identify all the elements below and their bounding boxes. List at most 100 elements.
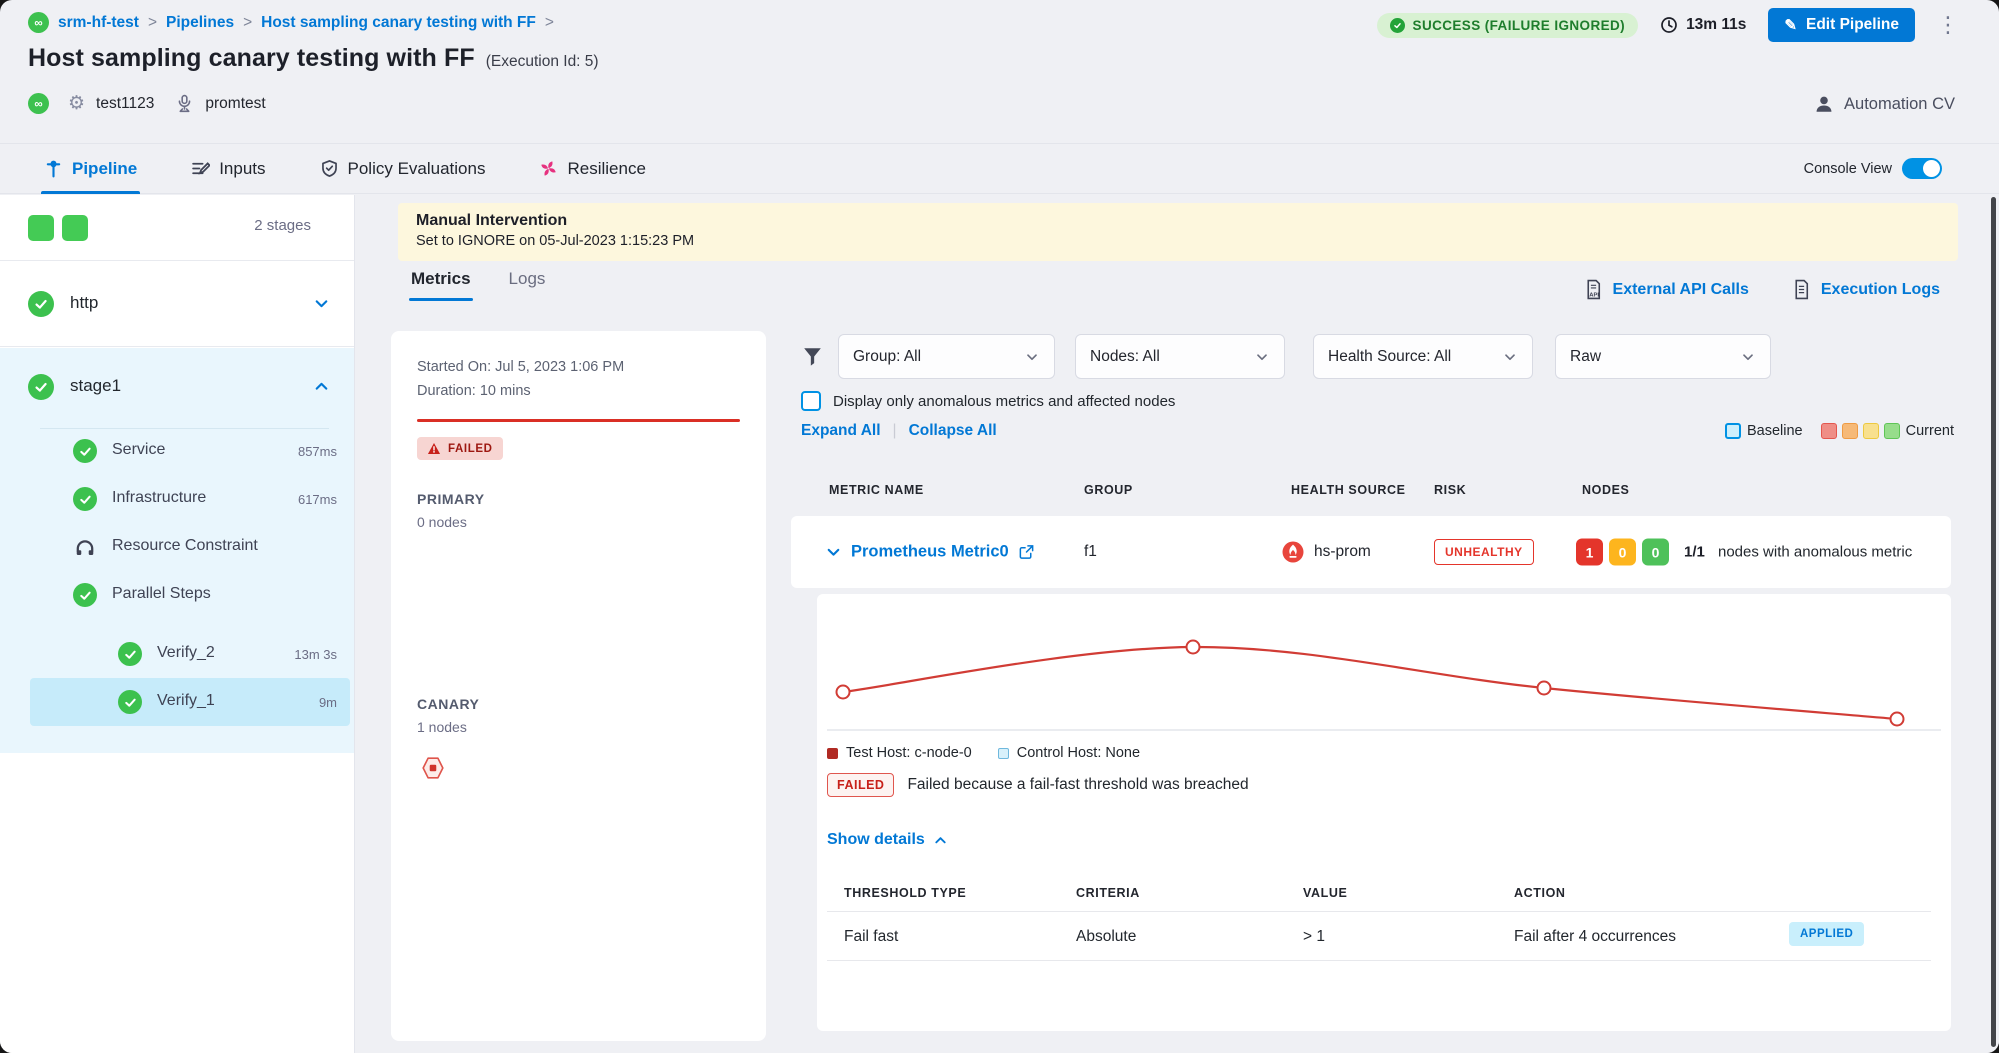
chevron-down-icon[interactable] bbox=[313, 295, 330, 312]
stages-sidebar: 2 stages http stage1 Service 857ms Infra… bbox=[0, 195, 355, 1053]
collapse-row-chevron-icon[interactable] bbox=[825, 544, 842, 561]
chevron-up-icon[interactable] bbox=[313, 378, 330, 395]
sidebar-step-resource-constraint[interactable]: Resource Constraint bbox=[0, 523, 354, 571]
step-label: Verify_2 bbox=[157, 644, 215, 662]
execution-logs-link[interactable]: Execution Logs bbox=[1791, 279, 1940, 300]
breadcrumb-separator: > bbox=[545, 14, 554, 32]
stages-summary-row: 2 stages bbox=[0, 195, 354, 261]
clock-icon bbox=[1660, 16, 1678, 34]
current-yellow-swatch-icon bbox=[1863, 423, 1879, 439]
health-source-filter-dropdown[interactable]: Health Source: All bbox=[1313, 334, 1533, 379]
data-mode-value: Raw bbox=[1570, 348, 1601, 366]
metric-group: f1 bbox=[1084, 543, 1097, 561]
manual-intervention-banner: Manual Intervention Set to IGNORE on 05-… bbox=[398, 203, 1958, 261]
stage1-section: stage1 Service 857ms Infrastructure 617m… bbox=[0, 348, 354, 753]
chevron-down-icon bbox=[1024, 349, 1040, 365]
tab-pipeline[interactable]: Pipeline bbox=[44, 144, 137, 193]
tab-metrics[interactable]: Metrics bbox=[411, 269, 471, 301]
pencil-icon: ✎ bbox=[1784, 16, 1797, 34]
sidebar-step-parallel-steps[interactable]: Parallel Steps bbox=[0, 571, 354, 619]
breadcrumb-pipelines-link[interactable]: Pipelines bbox=[166, 14, 234, 32]
analysis-status-label: FAILED bbox=[448, 443, 493, 455]
column-header: RISK bbox=[1434, 483, 1466, 497]
sidebar-step-service[interactable]: Service 857ms bbox=[0, 427, 354, 475]
applied-badge: APPLIED bbox=[1789, 922, 1864, 946]
chevron-down-icon bbox=[1740, 349, 1756, 365]
stage-stage1-label: stage1 bbox=[70, 376, 121, 396]
step-label: Parallel Steps bbox=[112, 585, 211, 603]
nodes-ratio-text: nodes with anomalous metric bbox=[1718, 544, 1912, 561]
canary-label: CANARY bbox=[417, 696, 479, 712]
metric-name-link[interactable]: Prometheus Metric0 bbox=[851, 543, 1035, 562]
console-view-toggle[interactable] bbox=[1902, 158, 1942, 179]
pipeline-icon bbox=[44, 159, 63, 178]
sidebar-stage-stage1[interactable]: stage1 bbox=[0, 348, 354, 427]
canary-node-hexagon[interactable] bbox=[421, 756, 445, 780]
tab-inputs[interactable]: Inputs bbox=[191, 144, 265, 193]
stage-http-label: http bbox=[70, 293, 98, 313]
banner-title: Manual Intervention bbox=[416, 212, 1940, 230]
tab-logs[interactable]: Logs bbox=[509, 269, 546, 301]
started-on: Started On: Jul 5, 2023 1:06 PM bbox=[417, 359, 624, 375]
resilience-pinwheel-icon bbox=[539, 159, 558, 178]
column-header: ACTION bbox=[1514, 886, 1566, 900]
health-source-icon bbox=[175, 94, 194, 113]
sidebar-step-verify1[interactable]: Verify_1 9m bbox=[30, 678, 350, 726]
svg-text:API: API bbox=[1589, 292, 1599, 298]
step-label: Service bbox=[112, 441, 165, 459]
current-orange-swatch-icon bbox=[1842, 423, 1858, 439]
metrics-logs-tabs: Metrics Logs bbox=[411, 269, 545, 301]
node-count-badges: 1 0 0 bbox=[1576, 539, 1669, 566]
vertical-scrollbar[interactable] bbox=[1991, 197, 1996, 1047]
shield-check-icon bbox=[320, 159, 339, 178]
warning-triangle-icon bbox=[427, 442, 441, 455]
banner-message: Set to IGNORE on 05-Jul-2023 1:15:23 PM bbox=[416, 233, 1940, 249]
nodes-filter-dropdown[interactable]: Nodes: All bbox=[1075, 334, 1285, 379]
anomalous-only-checkbox[interactable] bbox=[801, 391, 821, 411]
primary-label: PRIMARY bbox=[417, 491, 485, 507]
collapse-all-link[interactable]: Collapse All bbox=[909, 422, 997, 440]
api-document-icon: API bbox=[1583, 279, 1604, 300]
test-host-swatch-icon bbox=[827, 748, 838, 759]
external-link-icon bbox=[1018, 544, 1035, 561]
success-check-icon bbox=[73, 583, 97, 607]
expand-all-link[interactable]: Expand All bbox=[801, 422, 881, 440]
baseline-label: Baseline bbox=[1747, 423, 1803, 439]
canary-node-count: 1 nodes bbox=[417, 719, 467, 735]
group-filter-value: Group: All bbox=[853, 348, 921, 366]
divider bbox=[827, 911, 1931, 912]
tab-policy-evaluations[interactable]: Policy Evaluations bbox=[320, 144, 486, 193]
analysis-status-badge: FAILED bbox=[417, 437, 503, 460]
success-check-icon bbox=[118, 690, 142, 714]
success-check-icon bbox=[73, 487, 97, 511]
metric-name-label: Prometheus Metric0 bbox=[851, 543, 1009, 562]
execution-duration-value: 13m 11s bbox=[1686, 16, 1746, 34]
external-api-calls-link[interactable]: API External API Calls bbox=[1583, 279, 1749, 300]
threshold-type-cell: Fail fast bbox=[844, 928, 898, 946]
sidebar-stage-http[interactable]: http bbox=[0, 261, 354, 347]
metric-row-prometheus-metric0: Prometheus Metric0 f1 hs-prom UNHEALTHY … bbox=[791, 516, 1951, 588]
control-host-label: Control Host: None bbox=[1017, 745, 1140, 761]
tab-resilience-label: Resilience bbox=[567, 159, 645, 179]
data-mode-dropdown[interactable]: Raw bbox=[1555, 334, 1771, 379]
group-filter-dropdown[interactable]: Group: All bbox=[838, 334, 1055, 379]
sidebar-step-infrastructure[interactable]: Infrastructure 617ms bbox=[0, 475, 354, 523]
more-options-menu[interactable]: ⋮ bbox=[1937, 15, 1955, 35]
health-source-filter-value: Health Source: All bbox=[1328, 348, 1451, 366]
value-cell: > 1 bbox=[1303, 928, 1325, 946]
tab-resilience[interactable]: Resilience bbox=[539, 144, 645, 193]
breadcrumb-pipeline-link[interactable]: Host sampling canary testing with FF bbox=[261, 14, 536, 32]
success-check-icon bbox=[28, 374, 54, 400]
column-header: METRIC NAME bbox=[829, 483, 924, 497]
breadcrumb-project-link[interactable]: srm-hf-test bbox=[58, 14, 139, 32]
execution-logs-label: Execution Logs bbox=[1821, 281, 1940, 299]
show-details-link[interactable]: Show details bbox=[827, 831, 948, 849]
chevron-down-icon bbox=[1502, 349, 1518, 365]
service-name: test1123 bbox=[96, 95, 154, 113]
action-cell: Fail after 4 occurrences bbox=[1514, 928, 1676, 946]
sidebar-step-verify2[interactable]: Verify_2 13m 3s bbox=[30, 630, 350, 678]
step-duration: 9m bbox=[319, 695, 337, 710]
show-details-label: Show details bbox=[827, 831, 925, 849]
edit-pipeline-button[interactable]: ✎ Edit Pipeline bbox=[1768, 8, 1915, 42]
filter-icon[interactable] bbox=[801, 345, 824, 368]
